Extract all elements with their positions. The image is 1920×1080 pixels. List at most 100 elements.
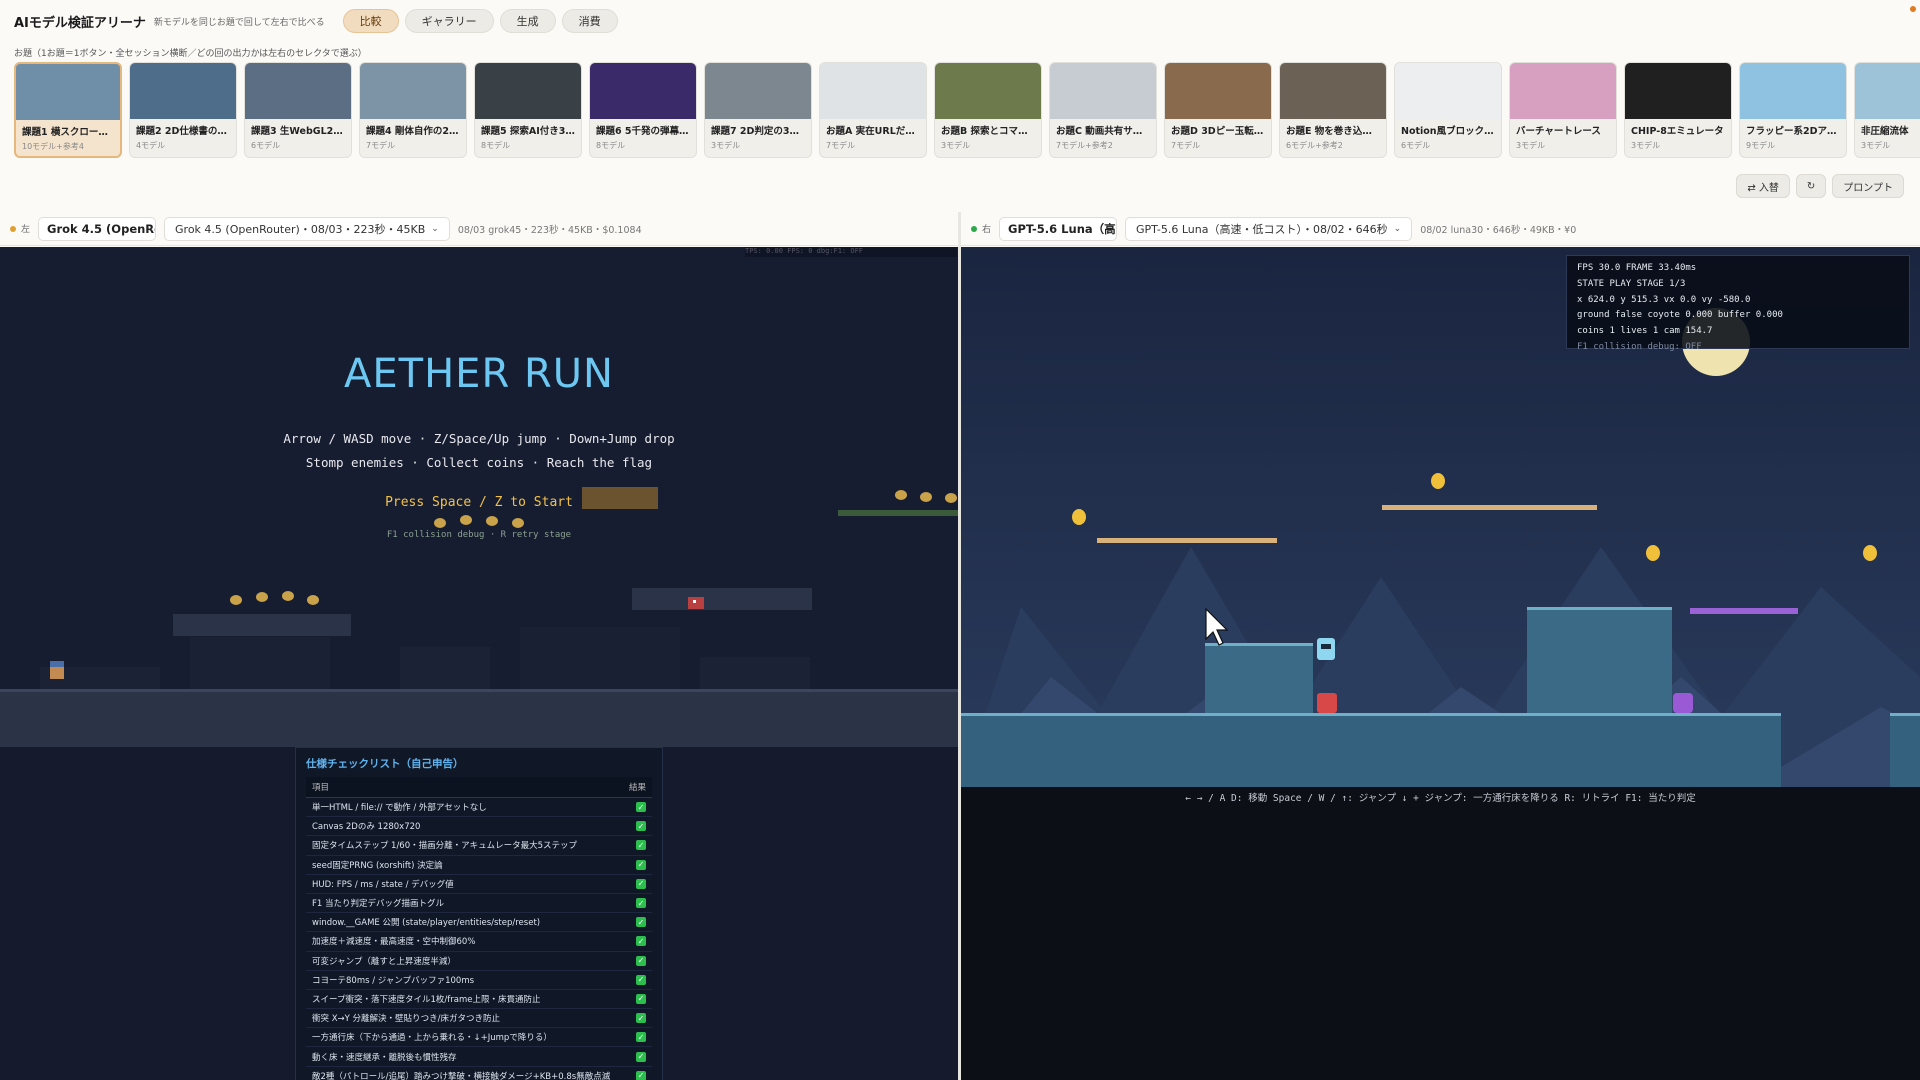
- checklist-item-label: 衝突 X→Y 分離解決・壁貼りつき/床ガタつき防止: [312, 1014, 500, 1025]
- left-debug-text: TPS: 0.00 FPS: 0 dbg:F1: OFF: [745, 247, 957, 257]
- checklist-row: コヨーテ80ms / ジャンプバッファ100ms ✓: [306, 971, 652, 990]
- topic-card[interactable]: フラッピー系2Dア… 9モデル: [1739, 62, 1847, 158]
- topic-card[interactable]: バーチャートレース 3モデル: [1509, 62, 1617, 158]
- topic-thumbnail: [1510, 63, 1616, 119]
- refresh-button[interactable]: ↻: [1795, 174, 1827, 198]
- right-game-frame[interactable]: FPS 30.0 FRAME 33.40ms STATE PLAY STAGE …: [961, 247, 1920, 1080]
- checklist-row: 衝突 X→Y 分離解決・壁貼りつき/床ガタつき防止 ✓: [306, 1009, 652, 1029]
- topic-card-title: フラッピー系2Dア…: [1746, 126, 1837, 137]
- debug-hud: FPS 30.0 FRAME 33.40ms STATE PLAY STAGE …: [1566, 255, 1910, 352]
- topic-card[interactable]: 課題2 2D仕様書の3… 4モデル: [129, 62, 237, 158]
- topic-card[interactable]: お題B 探索とコマン… 3モデル: [934, 62, 1042, 158]
- checklist-item-label: 可変ジャンプ（離すと上昇速度半減）: [312, 956, 456, 967]
- checklist-row: 固定タイムステップ 1/60・描画分離・アキュムレータ最大5ステップ ✓: [306, 836, 652, 856]
- topic-thumbnail: [1395, 63, 1501, 119]
- topic-card-title: Notion風ブロック…: [1401, 126, 1494, 137]
- tab-generate[interactable]: 生成: [499, 9, 556, 33]
- checklist-item-label: 動く床・速度継承・離脱後も慣性残存: [312, 1052, 457, 1063]
- topic-card-title: 課題3 生WebGL2…: [251, 126, 343, 137]
- check-icon: ✓: [636, 936, 646, 947]
- topic-card[interactable]: 課題3 生WebGL2… 6モデル: [244, 62, 352, 158]
- topic-thumbnail: [1740, 63, 1846, 119]
- checklist-item-label: 敵2種（パトロール/追尾）踏みつけ撃破・横接触ダメージ+KB+0.8s無敵点滅: [312, 1071, 611, 1080]
- left-run-meta: 08/03 grok45・223秒・45KB・$0.1084: [457, 224, 642, 236]
- checklist-item-label: seed固定PRNG (xorshift) 決定論: [312, 860, 443, 871]
- app-subtitle: 新モデルを同じお題で回して左右で比べる: [153, 17, 325, 28]
- topic-card-meta: 9モデル: [1746, 141, 1776, 150]
- topic-thumbnail: [475, 63, 581, 119]
- tab-consumption[interactable]: 消費: [561, 9, 618, 33]
- checklist-item-label: HUD: FPS / ms / state / デバッグ値: [312, 879, 454, 890]
- topic-thumbnail: [1280, 63, 1386, 119]
- topic-card[interactable]: 課題4 剛体自作の2… 7モデル: [359, 62, 467, 158]
- check-icon: ✓: [636, 878, 646, 889]
- topic-card[interactable]: Notion風ブロック… 6モデル: [1394, 62, 1502, 158]
- topic-card[interactable]: お題E 物を巻き込む… 6モデル+参考2: [1279, 62, 1387, 158]
- topic-card[interactable]: お題C 動画共有サイ… 7モデル+参考2: [1049, 62, 1157, 158]
- topic-card-meta: 3モデル: [711, 141, 741, 150]
- topic-card-title: CHIP-8エミュレータ: [1631, 126, 1724, 137]
- check-icon: ✓: [636, 1013, 646, 1024]
- checklist-rows: 単一HTML / file:// で動作 / 外部アセットなし ✓ Canvas 2…: [306, 798, 652, 1080]
- hud-line-coins: coins 1 lives 1 cam 154.7: [1577, 326, 1713, 337]
- topic-card-title: 課題1 横スクロール…: [22, 127, 118, 138]
- left-game-frame[interactable]: TPS: 0.00 FPS: 0 dbg:F1: OFF AETHER RUN …: [0, 247, 958, 1080]
- topic-card-meta: 8モデル: [481, 141, 511, 150]
- checklist-item-label: 単一HTML / file:// で動作 / 外部アセットなし: [312, 803, 487, 814]
- left-run-select-value: Grok 4.5 (OpenRouter)・08/03・223秒・45KB: [175, 222, 426, 236]
- checklist-col-result: 結果: [628, 783, 646, 793]
- topic-card[interactable]: お題D 3Dピー玉転… 7モデル: [1164, 62, 1272, 158]
- topic-thumbnail: [1050, 63, 1156, 119]
- tab-gallery[interactable]: ギャラリー: [404, 9, 494, 33]
- check-icon: ✓: [636, 840, 646, 851]
- checklist-item-label: Canvas 2Dのみ 1280x720: [312, 822, 421, 833]
- left-model-name[interactable]: Grok 4.5 (OpenRo: [38, 216, 157, 241]
- topic-thumbnail: [820, 63, 926, 119]
- topic-card-title: お題B 探索とコマン…: [941, 126, 1038, 137]
- topic-card-meta: 7モデル+参考2: [1056, 141, 1113, 150]
- hud-line-state: STATE PLAY STAGE 1/3: [1577, 278, 1686, 289]
- checklist-header: 項目 結果: [306, 777, 652, 798]
- topic-thumbnail: [705, 63, 811, 119]
- prompt-button[interactable]: プロンプト: [1832, 174, 1904, 198]
- right-model-name[interactable]: GPT-5.6 Luna（高速: [999, 216, 1118, 241]
- checklist-row: window.__GAME 公開 (state/player/entities/…: [306, 913, 652, 933]
- chevron-down-icon: ⌄: [1393, 223, 1402, 234]
- checklist-row: seed固定PRNG (xorshift) 決定論 ✓: [306, 856, 652, 875]
- left-run-select[interactable]: Grok 4.5 (OpenRouter)・08/03・223秒・45KB ⌄: [164, 216, 450, 241]
- check-icon: ✓: [636, 917, 646, 928]
- status-dot: [1910, 6, 1916, 12]
- checklist-row: HUD: FPS / ms / state / デバッグ値 ✓: [306, 875, 652, 894]
- topic-card[interactable]: 課題1 横スクロール… 10モデル+参考4: [14, 62, 122, 158]
- check-icon: ✓: [636, 955, 646, 966]
- topic-card-meta: 3モデル: [1516, 141, 1546, 150]
- game-title: AETHER RUN: [344, 351, 614, 397]
- topic-card[interactable]: 非圧縮流体 3モデル: [1854, 62, 1920, 158]
- topic-card-title: 非圧縮流体: [1861, 126, 1909, 137]
- topic-card-meta: 7モデル: [1171, 141, 1201, 150]
- right-controls-hint: ← → / A D: 移動 Space / W / ↑: ジャンプ ↓ + ジャ…: [1185, 793, 1696, 804]
- topic-card-title: お題D 3Dピー玉転…: [1171, 126, 1264, 137]
- hud-line-ground: ground false coyote 0.000 buffer 0.000: [1577, 310, 1783, 321]
- right-run-select[interactable]: GPT-5.6 Luna（高速・低コスト）・08/02・646秒 ⌄: [1125, 216, 1413, 241]
- topic-thumbnail: [1625, 63, 1731, 119]
- topic-card[interactable]: 課題7 2D判定の3D… 3モデル: [704, 62, 812, 158]
- topic-card-meta: 6モデル: [251, 141, 281, 150]
- topic-card[interactable]: 課題6 5千発の弾幕… 8モデル: [589, 62, 697, 158]
- tab-compare[interactable]: 比較: [342, 9, 399, 33]
- topic-card[interactable]: 課題5 探索AI付き3… 8モデル: [474, 62, 582, 158]
- topic-card[interactable]: お題A 実在URLだ… 7モデル: [819, 62, 927, 158]
- topic-card-meta: 7モデル: [366, 141, 396, 150]
- topic-thumbnail: [360, 63, 466, 119]
- checklist-row: 敵2種（パトロール/追尾）踏みつけ撃破・横接触ダメージ+KB+0.8s無敵点滅 ✓: [306, 1067, 652, 1080]
- checklist-row: 単一HTML / file:// で動作 / 外部アセットなし ✓: [306, 798, 652, 818]
- checklist-row: 可変ジャンプ（離すと上昇速度半減） ✓: [306, 952, 652, 971]
- swap-button[interactable]: ⇄ 入替: [1736, 174, 1790, 198]
- topic-card-title: 課題2 2D仕様書の3…: [136, 126, 234, 137]
- app-title: AIモデル検証アリーナ: [14, 15, 146, 31]
- topic-card-title: お題A 実在URLだ…: [826, 126, 915, 137]
- hud-line-position: x 624.0 y 515.3 vx 0.0 vy -580.0: [1577, 294, 1751, 305]
- checklist-row: スイープ衝突・落下速度タイル1枚/frame上限・床貫通防止 ✓: [306, 990, 652, 1010]
- left-status-dot: [10, 225, 16, 232]
- topic-card[interactable]: CHIP-8エミュレータ 3モデル: [1624, 62, 1732, 158]
